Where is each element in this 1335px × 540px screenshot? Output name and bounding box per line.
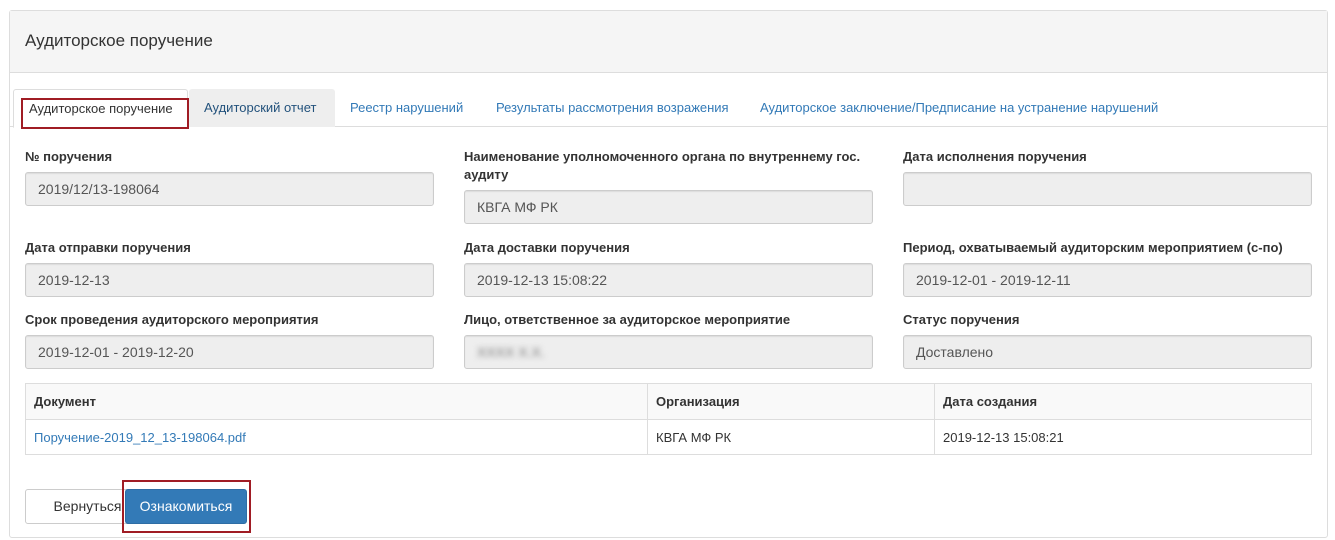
delivery-date-field: Дата доставки поручения 2019-12-13 15:08…	[464, 239, 873, 297]
execution-date-field: Дата исполнения поручения	[903, 148, 1312, 206]
period-input[interactable]: 2019-12-01 - 2019-12-11	[903, 263, 1312, 297]
send-date-field: Дата отправки поручения 2019-12-13	[25, 239, 434, 297]
term-input[interactable]: 2019-12-01 - 2019-12-20	[25, 335, 434, 369]
status-label: Статус поручения	[903, 312, 1020, 327]
authority-label: Наименование уполномоченного органа по в…	[464, 149, 861, 182]
authority-input[interactable]: КВГА МФ РК	[464, 190, 873, 224]
authority-field: Наименование уполномоченного органа по в…	[464, 148, 873, 224]
send-date-input[interactable]: 2019-12-13	[25, 263, 434, 297]
term-label: Срок проведения аудиторского мероприятия	[25, 312, 319, 327]
send-date-label: Дата отправки поручения	[25, 240, 191, 255]
execution-date-input[interactable]	[903, 172, 1312, 206]
acknowledge-button[interactable]: Ознакомиться	[125, 489, 247, 524]
tab-objection-results[interactable]: Результаты рассмотрения возражения	[481, 89, 744, 127]
tab-violations-registry[interactable]: Реестр нарушений	[335, 89, 478, 127]
order-number-input[interactable]: 2019/12/13-198064	[25, 172, 434, 206]
tab-audit-conclusion[interactable]: Аудиторское заключение/Предписание на ус…	[745, 89, 1173, 127]
delivery-date-input[interactable]: 2019-12-13 15:08:22	[464, 263, 873, 297]
panel-title: Аудиторское поручение	[10, 11, 1327, 73]
column-header-document: Документ	[25, 383, 648, 420]
table-header-row: Документ Организация Дата создания	[25, 383, 1312, 420]
period-label: Период, охватываемый аудиторским меропри…	[903, 240, 1283, 255]
tab-label: Аудиторское поручение	[29, 101, 173, 116]
responsible-value: ХХХХ Х.Х.	[477, 344, 545, 360]
document-link[interactable]: Поручение-2019_12_13-198064.pdf	[34, 430, 246, 445]
table-row: Поручение-2019_12_13-198064.pdf КВГА МФ …	[25, 419, 1312, 455]
documents-table: Документ Организация Дата создания Поруч…	[25, 383, 1312, 455]
audit-order-panel: Аудиторское поручение Аудиторское поруче…	[9, 10, 1328, 538]
execution-date-label: Дата исполнения поручения	[903, 149, 1087, 164]
responsible-label: Лицо, ответственное за аудиторское мероп…	[464, 312, 791, 327]
term-field: Срок проведения аудиторского мероприятия…	[25, 311, 434, 369]
delivery-date-label: Дата доставки поручения	[464, 240, 630, 255]
period-field: Период, охватываемый аудиторским меропри…	[903, 239, 1312, 297]
order-number-label: № поручения	[25, 149, 113, 164]
organization-cell: КВГА МФ РК	[647, 419, 935, 455]
responsible-input[interactable]: ХХХХ Х.Х.	[464, 335, 873, 369]
column-header-organization: Организация	[647, 383, 935, 420]
tab-audit-order[interactable]: Аудиторское поручение	[13, 89, 189, 129]
document-cell: Поручение-2019_12_13-198064.pdf	[25, 419, 648, 455]
order-number-field: № поручения 2019/12/13-198064	[25, 148, 434, 206]
responsible-field: Лицо, ответственное за аудиторское мероп…	[464, 311, 873, 369]
status-field: Статус поручения Доставлено	[903, 311, 1312, 369]
column-header-created: Дата создания	[934, 383, 1312, 420]
created-cell: 2019-12-13 15:08:21	[934, 419, 1312, 455]
tab-bar: Аудиторское поручение Аудиторский отчет …	[10, 89, 1327, 129]
tab-audit-report[interactable]: Аудиторский отчет	[189, 89, 335, 127]
status-input[interactable]: Доставлено	[903, 335, 1312, 369]
